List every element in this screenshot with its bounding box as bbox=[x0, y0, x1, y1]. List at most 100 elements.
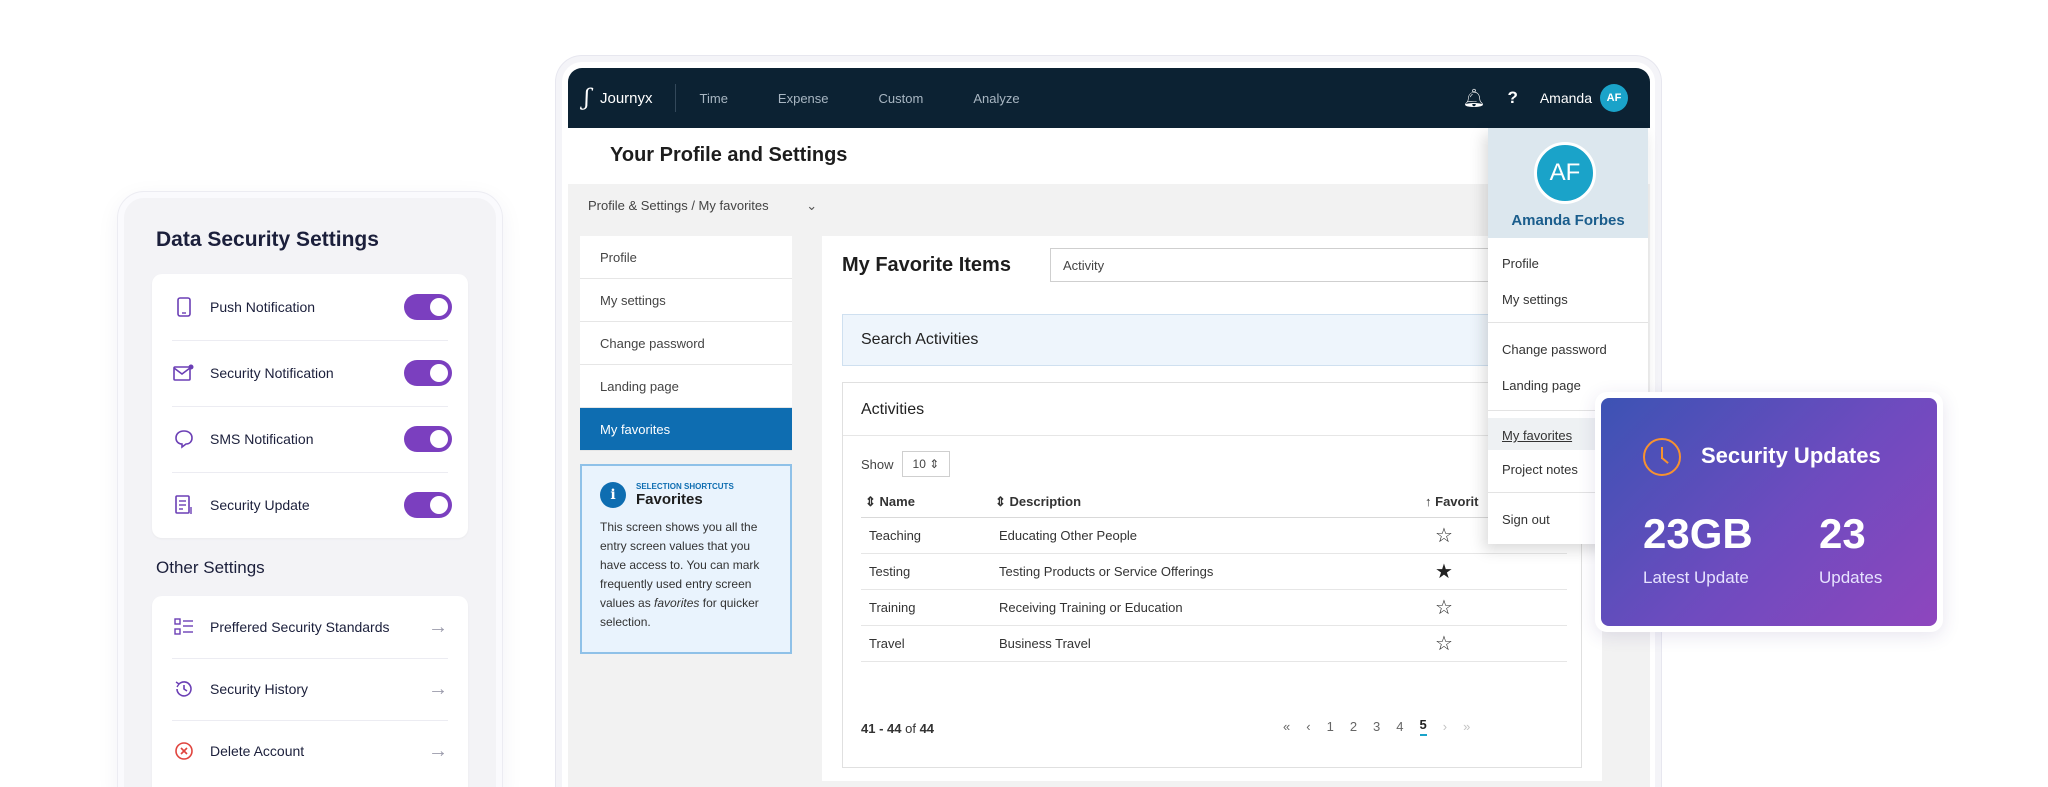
star-outline-icon[interactable]: ☆ bbox=[1421, 589, 1567, 626]
avatar: AF bbox=[1600, 84, 1628, 112]
star-outline-icon[interactable]: ☆ bbox=[1421, 625, 1567, 662]
favorites-panel: My Favorite Items Activity Search Activi… bbox=[822, 236, 1602, 781]
breadcrumb-path[interactable]: Profile & Settings / My favorites bbox=[588, 198, 769, 213]
bell-icon[interactable]: 🔔︎ bbox=[1463, 88, 1486, 109]
toggle-label: SMS Notification bbox=[210, 431, 314, 447]
activity-description: Educating Other People bbox=[991, 517, 1421, 554]
nav-analyze[interactable]: Analyze bbox=[973, 91, 1019, 106]
search-activities-bar[interactable]: Search Activities bbox=[842, 314, 1582, 366]
toggle-row-security: Security Notification bbox=[152, 340, 468, 406]
nav-time[interactable]: Time bbox=[700, 91, 728, 106]
document-icon bbox=[172, 493, 196, 517]
push-notification-toggle[interactable] bbox=[404, 294, 452, 320]
activities-section: Activities Show 10 ⇕ ⇕ Name ⇕ Descriptio… bbox=[842, 382, 1583, 768]
table-row: Training Receiving Training or Education ☆ bbox=[861, 589, 1567, 626]
favorites-title: My Favorite Items bbox=[842, 254, 1011, 276]
chat-bubble-icon bbox=[172, 427, 196, 451]
journyx-logo-icon: ʃ bbox=[584, 85, 590, 111]
section-title: Activities bbox=[861, 401, 925, 418]
toggle-label: Push Notification bbox=[210, 299, 316, 315]
settings-row-standards[interactable]: Preffered Security Standards → bbox=[152, 596, 468, 658]
activity-name: Testing bbox=[861, 553, 991, 590]
menu-item-landing-page[interactable]: Landing page bbox=[1502, 378, 1581, 393]
sidenav-item-change-password[interactable]: Change password bbox=[580, 322, 792, 365]
sms-notification-toggle[interactable] bbox=[404, 426, 452, 452]
updates-title: Security Updates bbox=[1701, 443, 1881, 468]
menu-item-change-password[interactable]: Change password bbox=[1502, 342, 1607, 357]
next-page-icon[interactable]: › bbox=[1443, 719, 1447, 734]
table-row: Travel Business Travel ☆ bbox=[861, 625, 1567, 662]
user-menu[interactable]: Amanda AF bbox=[1540, 84, 1628, 112]
breadcrumb: Profile & Settings / My favorites ⌄ bbox=[588, 198, 817, 214]
menu-item-project-notes[interactable]: Project notes bbox=[1502, 462, 1578, 477]
latest-update-value: 23GB bbox=[1643, 510, 1753, 557]
last-page-icon[interactable]: » bbox=[1463, 719, 1470, 734]
page-size-control: Show 10 ⇕ bbox=[861, 451, 951, 477]
selection-shortcuts-hint: i SELECTION SHORTCUTS Favorites This scr… bbox=[580, 464, 792, 654]
security-notification-toggle[interactable] bbox=[404, 360, 452, 386]
toggle-label: Security Notification bbox=[210, 365, 334, 381]
sidenav-item-my-settings[interactable]: My settings bbox=[580, 279, 792, 322]
column-header: Name bbox=[879, 493, 915, 509]
chevron-down-icon[interactable]: ⌄ bbox=[806, 198, 817, 213]
activity-description: Business Travel bbox=[991, 625, 1421, 662]
result-range: 41 - 44 of 44 bbox=[861, 721, 934, 736]
avatar: AF bbox=[1534, 142, 1596, 204]
sidenav-item-my-favorites[interactable]: My favorites bbox=[580, 408, 792, 451]
page-5-current[interactable]: 5 bbox=[1419, 717, 1427, 736]
table-header-row: ⇕ Name ⇕ Description ↑ Favorit bbox=[861, 487, 1567, 518]
toggle-label: Security Update bbox=[210, 497, 310, 513]
sidenav-item-profile[interactable]: Profile bbox=[580, 236, 792, 279]
notification-card: Push Notification Security Notification … bbox=[152, 274, 468, 538]
divider bbox=[674, 84, 676, 112]
nav-custom[interactable]: Custom bbox=[879, 91, 924, 106]
updates-card-body: Security Updates 23GB Latest Update 23 U… bbox=[1601, 398, 1937, 626]
history-icon bbox=[172, 677, 196, 701]
hint-emphasis: favorites bbox=[654, 596, 700, 610]
table-row: Teaching Educating Other People ☆ bbox=[861, 517, 1567, 554]
user-name: Amanda bbox=[1539, 90, 1592, 106]
menu-item-profile[interactable]: Profile bbox=[1502, 256, 1539, 271]
activity-description: Receiving Training or Education bbox=[991, 589, 1421, 626]
table-row: Testing Testing Products or Service Offer… bbox=[861, 553, 1567, 590]
updates-count-value: 23 bbox=[1819, 510, 1866, 557]
brand-name: Journyx bbox=[599, 89, 653, 107]
prev-page-icon[interactable]: ‹ bbox=[1306, 719, 1310, 734]
marketing-composite: Data Security Settings Push Notification… bbox=[0, 0, 2048, 787]
menu-item-my-settings[interactable]: My settings bbox=[1502, 292, 1568, 307]
help-icon[interactable]: ? bbox=[1507, 88, 1517, 108]
page-2[interactable]: 2 bbox=[1350, 719, 1357, 734]
page-1[interactable]: 1 bbox=[1327, 719, 1334, 734]
clock-icon bbox=[1643, 438, 1681, 476]
security-updates-card: Security Updates 23GB Latest Update 23 U… bbox=[1595, 392, 1943, 632]
settings-row-delete[interactable]: Delete Account → bbox=[152, 720, 468, 782]
menu-item-my-favorites[interactable]: My favorites bbox=[1502, 428, 1572, 443]
sort-description-header[interactable]: ⇕ Description bbox=[991, 487, 1421, 518]
security-update-toggle[interactable] bbox=[404, 492, 452, 518]
settings-row-history[interactable]: Security History → bbox=[152, 658, 468, 720]
hint-title: Favorites bbox=[636, 491, 703, 508]
settings-label: Security History bbox=[210, 681, 309, 697]
activity-name: Teaching bbox=[861, 517, 991, 554]
page-4[interactable]: 4 bbox=[1396, 719, 1403, 734]
arrow-right-icon: → bbox=[428, 616, 448, 638]
sort-name-header[interactable]: ⇕ Name bbox=[861, 487, 991, 518]
updates-count-label: Updates bbox=[1819, 568, 1883, 587]
latest-update-label: Latest Update bbox=[1643, 568, 1749, 587]
panel-title: Data Security Settings bbox=[156, 228, 379, 251]
user-full-name: Amanda Forbes bbox=[1511, 212, 1625, 229]
nav-expense[interactable]: Expense bbox=[778, 91, 829, 106]
brand-logo[interactable]: ʃ Journyx bbox=[584, 86, 653, 111]
data-security-panel: Data Security Settings Push Notification… bbox=[118, 192, 502, 787]
page-size-select[interactable]: 10 ⇕ bbox=[901, 451, 951, 477]
star-filled-icon[interactable]: ★ bbox=[1421, 553, 1567, 590]
settings-label: Delete Account bbox=[210, 743, 305, 759]
item-type-select[interactable]: Activity bbox=[1050, 248, 1530, 282]
range-text: 41 - 44 bbox=[861, 721, 902, 736]
page-3[interactable]: 3 bbox=[1373, 719, 1380, 734]
activity-description: Testing Products or Service Offerings bbox=[991, 553, 1421, 590]
sidenav-item-landing-page[interactable]: Landing page bbox=[580, 365, 792, 408]
first-page-icon[interactable]: « bbox=[1283, 719, 1290, 734]
settings-label: Preffered Security Standards bbox=[210, 619, 390, 635]
menu-item-sign-out[interactable]: Sign out bbox=[1502, 512, 1550, 527]
